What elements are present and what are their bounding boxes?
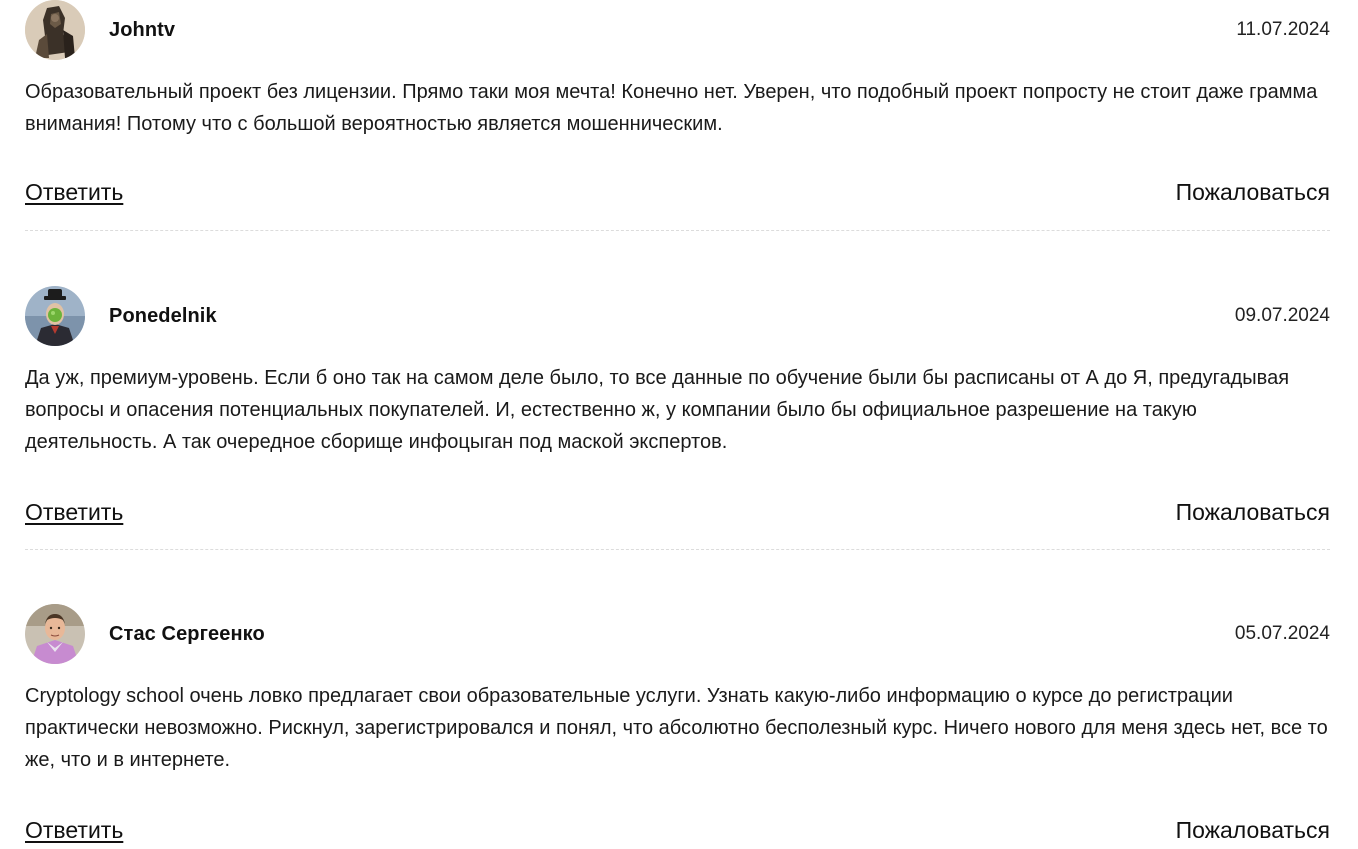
comment-divider [25,230,1330,231]
avatar-photo-icon[interactable] [25,604,85,664]
report-link[interactable]: Пожаловаться [1176,499,1330,526]
comment-date: 05.07.2024 [1234,623,1330,644]
comment-author: Ponedelnik [109,304,217,327]
comment-header: Ponedelnik 09.07.2024 [25,286,1330,346]
comment-date: 09.07.2024 [1234,305,1330,326]
comment-header: Стас Сергеенко 05.07.2024 [25,604,1330,664]
comment-author: Johntv [109,18,176,41]
comment-text: Да уж, премиум-уровень. Если б оно так н… [25,367,1290,453]
comment-author: Стас Сергеенко [109,622,265,645]
comment-date: 11.07.2024 [1236,19,1330,40]
comment-actions: Ответить Пожаловаться [25,176,1330,208]
avatar-photo-icon[interactable] [25,286,85,346]
report-link[interactable]: Пожаловаться [1176,179,1330,206]
comment-header: Johntv 11.07.2024 [25,0,1330,60]
comment-actions: Ответить Пожаловаться [25,496,1330,528]
comment-item: Johntv 11.07.2024 Образовательный проект… [25,0,1330,231]
comment-actions: Ответить Пожаловаться [25,814,1330,846]
report-link[interactable]: Пожаловаться [1176,817,1330,844]
comment-text: Образовательный проект без лицензии. Пря… [25,81,1318,135]
avatar-photo-icon[interactable] [25,0,85,60]
comment-text: Cryptology school очень ловко предлагает… [25,685,1328,771]
reply-link[interactable]: Ответить [25,179,123,206]
comment-item: Стас Сергеенко 05.07.2024 Cryptology sch… [25,604,1330,846]
reply-link[interactable]: Ответить [25,499,123,526]
comment-item: Ponedelnik 09.07.2024 Да уж, премиум-уро… [25,286,1330,550]
comments-list: Johntv 11.07.2024 Образовательный проект… [25,0,1330,846]
reply-link[interactable]: Ответить [25,817,123,844]
comment-divider [25,549,1330,550]
